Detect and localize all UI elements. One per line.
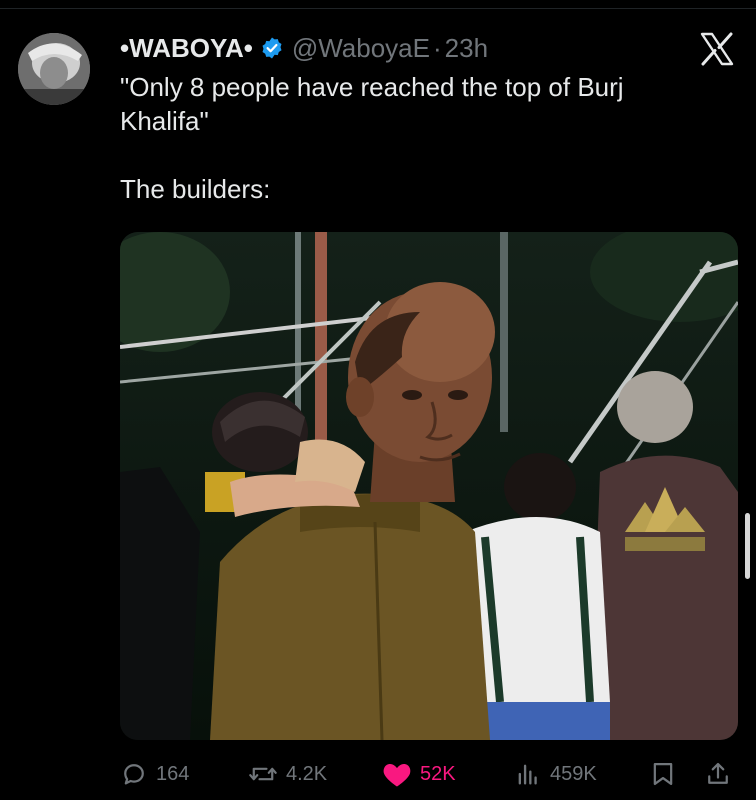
reply-button[interactable]: 164 xyxy=(120,757,189,791)
reply-count: 164 xyxy=(156,762,190,785)
heart-icon xyxy=(382,760,412,788)
author-avatar[interactable] xyxy=(18,33,90,105)
author-display-name[interactable]: •WABOYA• xyxy=(120,33,253,64)
like-count: 52K xyxy=(420,762,456,785)
repost-button[interactable]: 4.2K xyxy=(248,757,327,791)
bookmark-button[interactable] xyxy=(650,757,676,791)
tweet-actions: 164 4.2K 52K 459K xyxy=(120,757,738,791)
x-logo-icon xyxy=(698,30,736,68)
photo-illustration xyxy=(120,232,738,740)
views-button[interactable]: 459K xyxy=(514,757,597,791)
top-divider xyxy=(0,8,756,9)
repost-icon xyxy=(248,760,278,788)
share-button[interactable] xyxy=(704,757,732,791)
views-icon xyxy=(514,760,542,788)
views-count: 459K xyxy=(550,762,597,785)
tweet-timestamp[interactable]: 23h xyxy=(445,33,488,64)
verified-badge-icon xyxy=(260,36,284,60)
reply-icon xyxy=(120,760,148,788)
scrollbar-thumb[interactable] xyxy=(745,513,750,579)
avatar-image xyxy=(18,33,90,105)
share-icon xyxy=(704,760,732,788)
tweet-photo[interactable] xyxy=(120,232,738,740)
repost-count: 4.2K xyxy=(286,762,328,785)
author-handle[interactable]: @WaboyaE xyxy=(292,33,430,64)
bookmark-icon xyxy=(650,760,676,788)
like-button[interactable]: 52K xyxy=(382,757,456,791)
tweet-header: •WABOYA• @WaboyaE · 23h xyxy=(120,31,488,65)
tweet-text: "Only 8 people have reached the top of B… xyxy=(120,72,624,204)
header-separator: · xyxy=(432,32,442,63)
